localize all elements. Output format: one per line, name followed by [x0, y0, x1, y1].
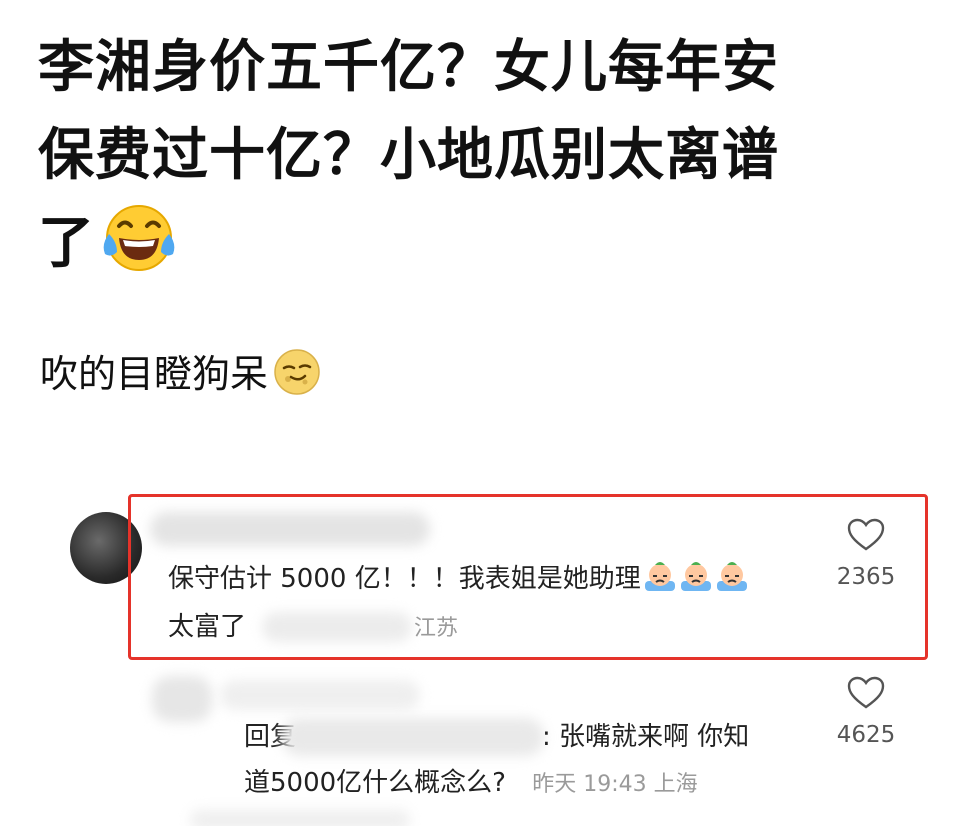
headline-line-1: 李湘身价五千亿？女儿每年安	[38, 35, 779, 100]
comment-2: 回复 : 张嘴就来啊 你知 道5000亿什么概念么? 昨天 19:43 上海 4…	[0, 664, 960, 826]
comment-2-line-2-row: 道5000亿什么概念么? 昨天 19:43 上海	[244, 762, 698, 806]
username-redacted	[220, 680, 420, 710]
comment-2-timestamp: 昨天 19:43 上海	[532, 772, 698, 797]
post-page: 李湘身价五千亿？女儿每年安 保费过十亿？小地瓜别太离谱 了 吹的目瞪狗呆 保守估…	[0, 0, 960, 826]
post-body-text: 吹的目瞪狗呆	[40, 352, 269, 396]
post-headline: 李湘身价五千亿？女儿每年安 保费过十亿？小地瓜别太离谱 了	[38, 24, 918, 288]
like-button[interactable]: 4625	[826, 676, 906, 748]
comment-2-line-2: 道5000亿什么概念么?	[244, 768, 506, 798]
laughing-tears-emoji-icon	[103, 205, 175, 271]
next-comment-redacted	[190, 810, 410, 826]
highlight-box	[128, 494, 928, 660]
headline-line-2: 保费过十亿？小地瓜别太离谱	[38, 123, 779, 188]
avatar-redacted	[152, 676, 212, 722]
comment-2-line-1-text: : 张嘴就来啊 你知	[542, 722, 750, 752]
comment-2-line-1: : 张嘴就来啊 你知	[542, 716, 749, 758]
headline-line-3-text: 了	[38, 211, 95, 276]
reply-target-redacted	[282, 718, 544, 756]
post-body: 吹的目瞪狗呆	[40, 346, 322, 402]
headline-line-3: 了	[38, 200, 918, 288]
like-count: 4625	[836, 722, 896, 748]
smirk-moon-emoji-icon	[274, 349, 320, 395]
heart-outline-icon	[847, 676, 885, 709]
